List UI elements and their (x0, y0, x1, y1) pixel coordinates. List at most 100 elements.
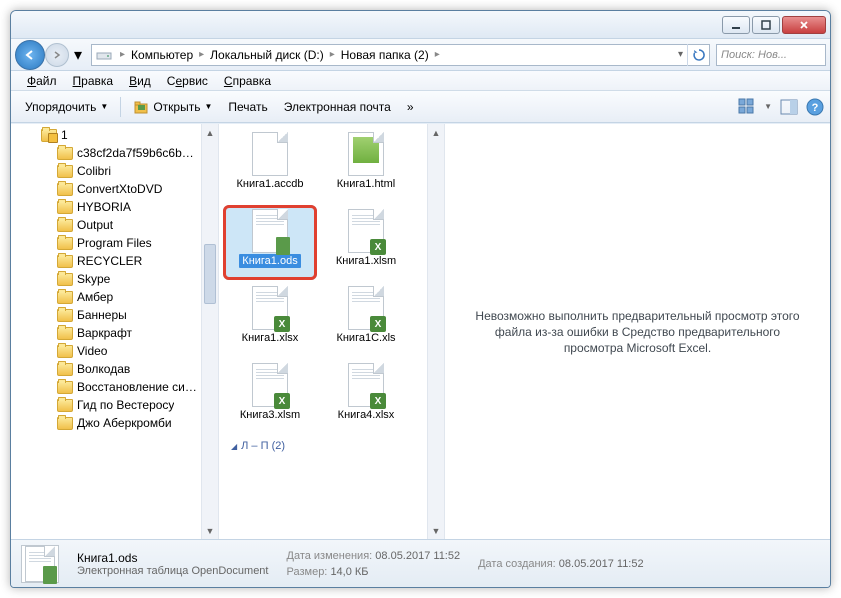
tree-item[interactable]: 1 (41, 126, 218, 144)
tree-item-label: ConvertXtoDVD (77, 182, 162, 196)
scrollbar-thumb[interactable] (204, 244, 216, 304)
tree-item-label: Skype (77, 272, 110, 286)
file-item[interactable]: Книга1.ods (223, 205, 317, 280)
details-column: Дата изменения: 08.05.2017 11:52 Размер:… (287, 548, 461, 580)
file-item[interactable]: XКнига1.xlsm (319, 205, 413, 280)
file-name: Книга1.html (334, 177, 398, 191)
separator (120, 97, 121, 117)
file-name: Книга1C.xls (333, 331, 398, 345)
tree-item-label: Волкодав (77, 362, 130, 376)
details-main: Книга1.ods Электронная таблица OpenDocum… (77, 551, 269, 577)
maximize-button[interactable] (752, 16, 780, 34)
tree-item[interactable]: Гид по Вестеросу (41, 396, 218, 414)
tree-item-label: Варкрафт (77, 326, 132, 340)
forward-button[interactable] (45, 43, 69, 67)
tree-item[interactable]: Skype (41, 270, 218, 288)
tree-item[interactable]: HYBORIA (41, 198, 218, 216)
tree-item[interactable]: Амбер (41, 288, 218, 306)
chevron-right-icon: ▸ (195, 49, 208, 60)
tree-item-label: Гид по Вестеросу (77, 398, 174, 412)
file-item[interactable]: Книга1.html (319, 128, 413, 203)
scroll-down-icon[interactable]: ▼ (428, 522, 444, 539)
titlebar (11, 11, 830, 39)
details-thumbnail (21, 545, 59, 583)
file-name: Книга1.xlsm (333, 254, 399, 268)
minimize-button[interactable] (722, 16, 750, 34)
tree-item[interactable]: Волкодав (41, 360, 218, 378)
open-button[interactable]: Открыть ▼ (125, 95, 220, 119)
tree-item[interactable]: Баннеры (41, 306, 218, 324)
email-button[interactable]: Электронная почта (276, 96, 399, 118)
menu-help[interactable]: Справка (218, 72, 277, 90)
breadcrumb-segment[interactable]: Компьютер (129, 48, 195, 62)
tree-item-label: RECYCLER (77, 254, 142, 268)
menu-view[interactable]: Вид (123, 72, 157, 90)
folder-icon (57, 399, 73, 412)
files-scrollbar[interactable]: ▲ ▼ (427, 124, 444, 539)
file-name: Книга3.xlsm (237, 408, 303, 422)
folder-icon (57, 363, 73, 376)
folder-icon (57, 147, 73, 160)
back-button[interactable] (15, 40, 45, 70)
navigation-tree: 1 c38cf2da7f59b6c6bb35490e Colibri ConvertX… (11, 124, 219, 539)
organize-button[interactable]: Упорядочить ▼ (17, 96, 116, 118)
help-button[interactable]: ? (806, 98, 824, 116)
overflow-button[interactable]: » (399, 96, 422, 118)
tree-item[interactable]: Video (41, 342, 218, 360)
tree-item[interactable]: Output (41, 216, 218, 234)
details-pane: Книга1.ods Электронная таблица OpenDocum… (11, 539, 830, 587)
folder-icon (57, 255, 73, 268)
folder-icon (41, 129, 57, 142)
menu-file[interactable]: Файл (21, 72, 63, 90)
explorer-window: ▾ ▸ Компьютер ▸ Локальный диск (D:) ▸ Но… (10, 10, 831, 588)
close-button[interactable] (782, 16, 826, 34)
menu-tools[interactable]: Сервис (161, 72, 214, 90)
breadcrumb-segment[interactable]: Новая папка (2) (339, 48, 431, 62)
folder-icon (57, 219, 73, 232)
scroll-up-icon[interactable]: ▲ (202, 124, 218, 141)
tree-item-label: 1 (61, 128, 68, 142)
tree-item[interactable]: RECYCLER (41, 252, 218, 270)
menu-edit[interactable]: Правка (67, 72, 120, 90)
tree-item[interactable]: Варкрафт (41, 324, 218, 342)
tree-item[interactable]: c38cf2da7f59b6c6bb35490e (41, 144, 218, 162)
file-item[interactable]: XКнига1C.xls (319, 282, 413, 357)
file-item[interactable]: XКнига3.xlsm (223, 359, 317, 434)
tree-item[interactable]: Program Files (41, 234, 218, 252)
tree-item-label: c38cf2da7f59b6c6bb35490e (77, 146, 200, 160)
print-button[interactable]: Печать (220, 96, 275, 118)
preview-error-message: Невозможно выполнить предварительный про… (465, 308, 810, 356)
view-dropdown[interactable]: ▼ (764, 102, 772, 111)
history-dropdown[interactable]: ▾ (71, 45, 85, 65)
search-input[interactable]: Поиск: Нов... (716, 44, 826, 66)
scroll-down-icon[interactable]: ▼ (202, 522, 218, 539)
file-name: Книга1.ods (239, 254, 300, 268)
tree-item[interactable]: Colibri (41, 162, 218, 180)
folder-icon (57, 291, 73, 304)
tree-item-label: Баннеры (77, 308, 127, 322)
details-filename: Книга1.ods (77, 551, 269, 565)
open-icon (133, 99, 149, 115)
section-header[interactable]: ◢ Л – П (2) (223, 436, 440, 456)
breadcrumb-segment[interactable]: Локальный диск (D:) (208, 48, 326, 62)
tree-scrollbar[interactable]: ▲ ▼ (201, 124, 218, 539)
address-bar[interactable]: ▸ Компьютер ▸ Локальный диск (D:) ▸ Нова… (91, 44, 710, 66)
file-item[interactable]: XКнига4.xlsx (319, 359, 413, 434)
view-options-button[interactable] (738, 98, 756, 116)
scroll-up-icon[interactable]: ▲ (428, 124, 444, 141)
file-item[interactable]: XКнига1.xlsx (223, 282, 317, 357)
tree-item-label: Video (77, 344, 107, 358)
folder-icon (57, 237, 73, 250)
chevron-right-icon: ▸ (431, 49, 444, 60)
preview-pane-button[interactable] (780, 98, 798, 116)
file-list: Книга1.accdb Книга1.html Книга1.ods XКнига1… (219, 124, 445, 539)
folder-icon (57, 417, 73, 430)
tree-item[interactable]: Восстановление системы (41, 378, 218, 396)
address-dropdown[interactable]: ▾ (674, 49, 687, 60)
folder-icon (57, 327, 73, 340)
details-column: Дата создания: 08.05.2017 11:52 (478, 556, 644, 572)
file-item[interactable]: Книга1.accdb (223, 128, 317, 203)
tree-item[interactable]: ConvertXtoDVD (41, 180, 218, 198)
refresh-button[interactable] (687, 44, 709, 66)
tree-item[interactable]: Джо Аберкромби (41, 414, 218, 432)
